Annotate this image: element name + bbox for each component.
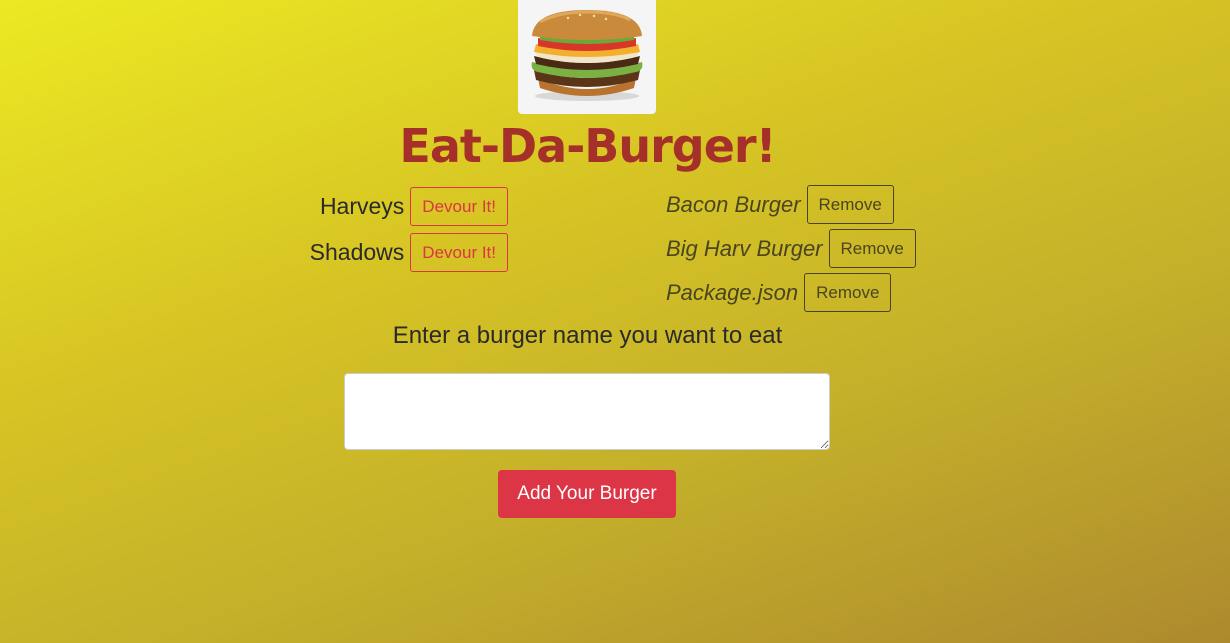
page-title: Eat-Da-Burger! (399, 119, 776, 173)
eaten-burgers-list: Bacon Burger Remove Big Harv Burger Remo… (666, 185, 916, 317)
devour-button[interactable]: Devour It! (410, 233, 508, 272)
remove-button[interactable]: Remove (806, 185, 894, 224)
remove-button[interactable]: Remove (828, 229, 916, 268)
remove-button[interactable]: Remove (804, 273, 892, 312)
burger-logo (518, 0, 656, 114)
burger-form-label: Enter a burger name you want to eat (392, 322, 783, 349)
list-item: Shadows Devour It! (250, 233, 508, 272)
uneaten-burgers-list: Harveys Devour It! Shadows Devour It! (250, 187, 508, 279)
burger-name: Bacon Burger (666, 191, 801, 217)
burger-name: Harveys (319, 193, 405, 219)
burger-name-input[interactable] (344, 373, 830, 450)
devour-button[interactable]: Devour It! (410, 187, 508, 226)
list-item: Big Harv Burger Remove (666, 229, 916, 268)
list-item: Bacon Burger Remove (666, 185, 916, 224)
burger-icon (531, 10, 643, 101)
burger-name: Package.json (666, 279, 799, 305)
burger-name: Shadows (309, 239, 405, 265)
list-item: Harveys Devour It! (250, 187, 508, 226)
burger-name: Big Harv Burger (666, 235, 823, 261)
add-burger-button[interactable]: Add Your Burger (498, 470, 676, 518)
list-item: Package.json Remove (666, 273, 916, 312)
